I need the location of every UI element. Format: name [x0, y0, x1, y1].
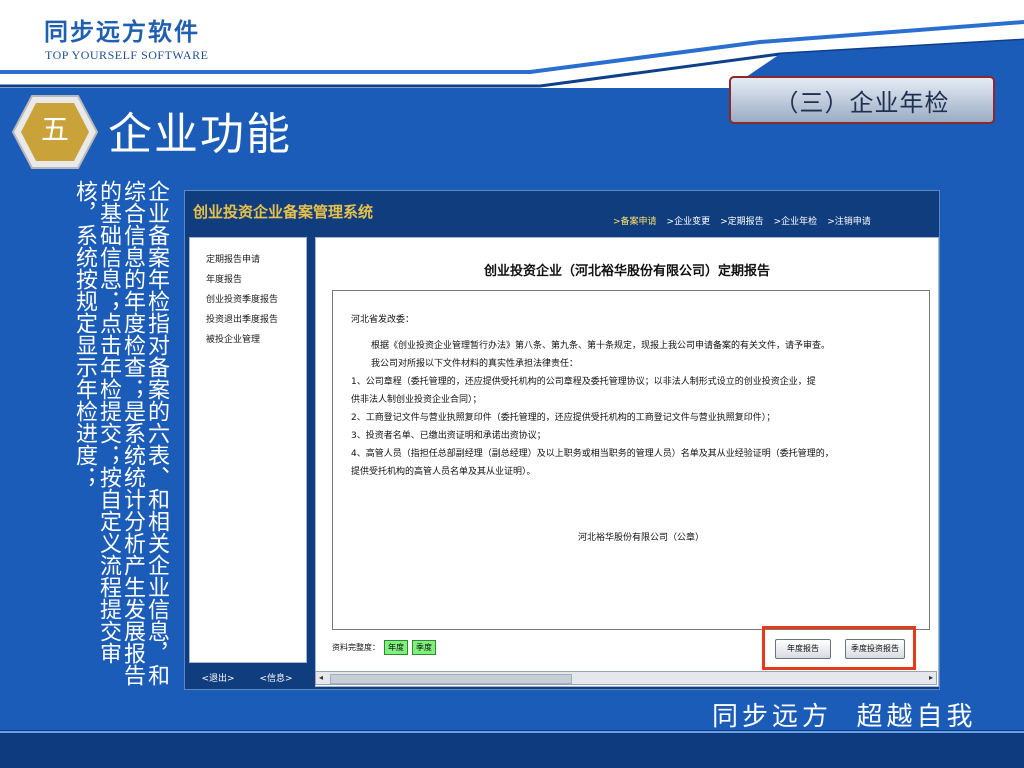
- chip-quarterly[interactable]: 季度: [412, 640, 436, 655]
- sidebar: 定期报告申请 年度报告 创业投资季度报告 投资退出季度报告 被投企业管理: [189, 237, 307, 663]
- main-content: 创业投资企业（河北裕华股份有限公司）定期报告 河北省发改委： 根据《创业投资企业…: [315, 237, 939, 687]
- completeness-label: 资料完整度：: [332, 643, 380, 652]
- section-badge: （三）企业年检: [729, 76, 995, 124]
- doc-paragraph: 我公司对所报以下文件材料的真实性承担法律责任：: [371, 359, 579, 369]
- sidebar-item-annual-report[interactable]: 年度报告: [190, 270, 306, 290]
- doc-signature: 河北裕华股份有限公司（公章）: [577, 533, 704, 543]
- chapter-number: 五: [40, 113, 69, 146]
- scroll-left-icon[interactable]: ◂: [319, 673, 323, 682]
- horizontal-scrollbar[interactable]: ◂ ▸: [315, 671, 937, 685]
- sidebar-item-periodic-apply[interactable]: 定期报告申请: [190, 250, 306, 270]
- annual-report-button[interactable]: 年度报告: [775, 639, 831, 659]
- nav-item-periodic-report[interactable]: >定期报告: [720, 213, 774, 231]
- quarterly-investment-report-button[interactable]: 季度投资报告: [845, 639, 905, 659]
- doc-list-item: 3、投资者名单、已缴出资证明和承诺出资协议；: [351, 431, 546, 441]
- description-text: 企业备案年检指对备案的六表、和相关企业信息，和综合信息的年度检查；是系统统计分析…: [72, 180, 169, 686]
- info-link[interactable]: <信息>: [259, 671, 292, 684]
- document-text: 河北省发改委： 根据《创业投资企业管理暂行办法》第八条、第九条、第十条规定，现报…: [351, 311, 931, 543]
- doc-paragraph: 根据《创业投资企业管理暂行办法》第八条、第九条、第十条规定，现报上我公司申请备案…: [371, 341, 831, 351]
- sidebar-item-portfolio[interactable]: 被投企业管理: [190, 330, 306, 350]
- doc-list-item: 2、工商登记文件与营业执照复印件（委托管理的，还应提供受托机构的工商登记文件与营…: [351, 413, 776, 423]
- scroll-right-icon[interactable]: ▸: [929, 673, 933, 682]
- doc-list-item-cont: 提供受托机构的高管人员名单及其从业证明）。: [351, 467, 536, 477]
- doc-list-item-cont: 供非法人制创业投资企业合同）；: [351, 395, 482, 405]
- sidebar-item-exit-quarterly[interactable]: 投资退出季度报告: [190, 310, 306, 330]
- nav-item-cancel[interactable]: >注销申请: [827, 213, 881, 231]
- footer-slogan: 同步远方 超越自我: [712, 702, 977, 732]
- page-title: 企业功能: [108, 109, 292, 160]
- scroll-thumb[interactable]: [330, 674, 572, 684]
- exit-link[interactable]: <退出>: [201, 671, 234, 684]
- brand-subtitle: TOP YOURSELF SOFTWARE: [45, 48, 209, 62]
- app-window: 创业投资企业备案管理系统 >备案申请 >企业变更 >定期报告 >企业年检 >注销…: [184, 190, 940, 690]
- doc-list-item: 4、高管人员（指担任总部副经理（副总经理）及以上职务或相当职务的管理人员）名单及…: [351, 449, 834, 459]
- nav-item-change[interactable]: >企业变更: [667, 213, 721, 231]
- chip-annual[interactable]: 年度: [384, 640, 408, 655]
- doc-salutation: 河北省发改委：: [351, 315, 415, 325]
- brand-title: 同步远方软件: [44, 18, 200, 46]
- sidebar-footer: <退出> <信息>: [189, 667, 305, 687]
- document-title: 创业投资企业（河北裕华股份有限公司）定期报告: [483, 264, 770, 279]
- report-buttons-highlight: 年度报告 季度投资报告: [762, 626, 916, 670]
- nav-item-filing[interactable]: >备案申请: [613, 213, 667, 231]
- document-body: 河北省发改委： 根据《创业投资企业管理暂行办法》第八条、第九条、第十条规定，现报…: [332, 290, 930, 630]
- app-nav: >备案申请 >企业变更 >定期报告 >企业年检 >注销申请: [613, 213, 881, 231]
- sidebar-item-vc-quarterly[interactable]: 创业投资季度报告: [190, 290, 306, 310]
- completeness-row: 资料完整度： 年度 季度: [332, 640, 436, 655]
- nav-item-annual-inspection[interactable]: >企业年检: [774, 213, 828, 231]
- doc-list-item: 1、公司章程（委托管理的，还应提供受托机构的公司章程及委托管理协议；以非法人制形…: [351, 377, 816, 387]
- app-title: 创业投资企业备案管理系统: [193, 203, 374, 221]
